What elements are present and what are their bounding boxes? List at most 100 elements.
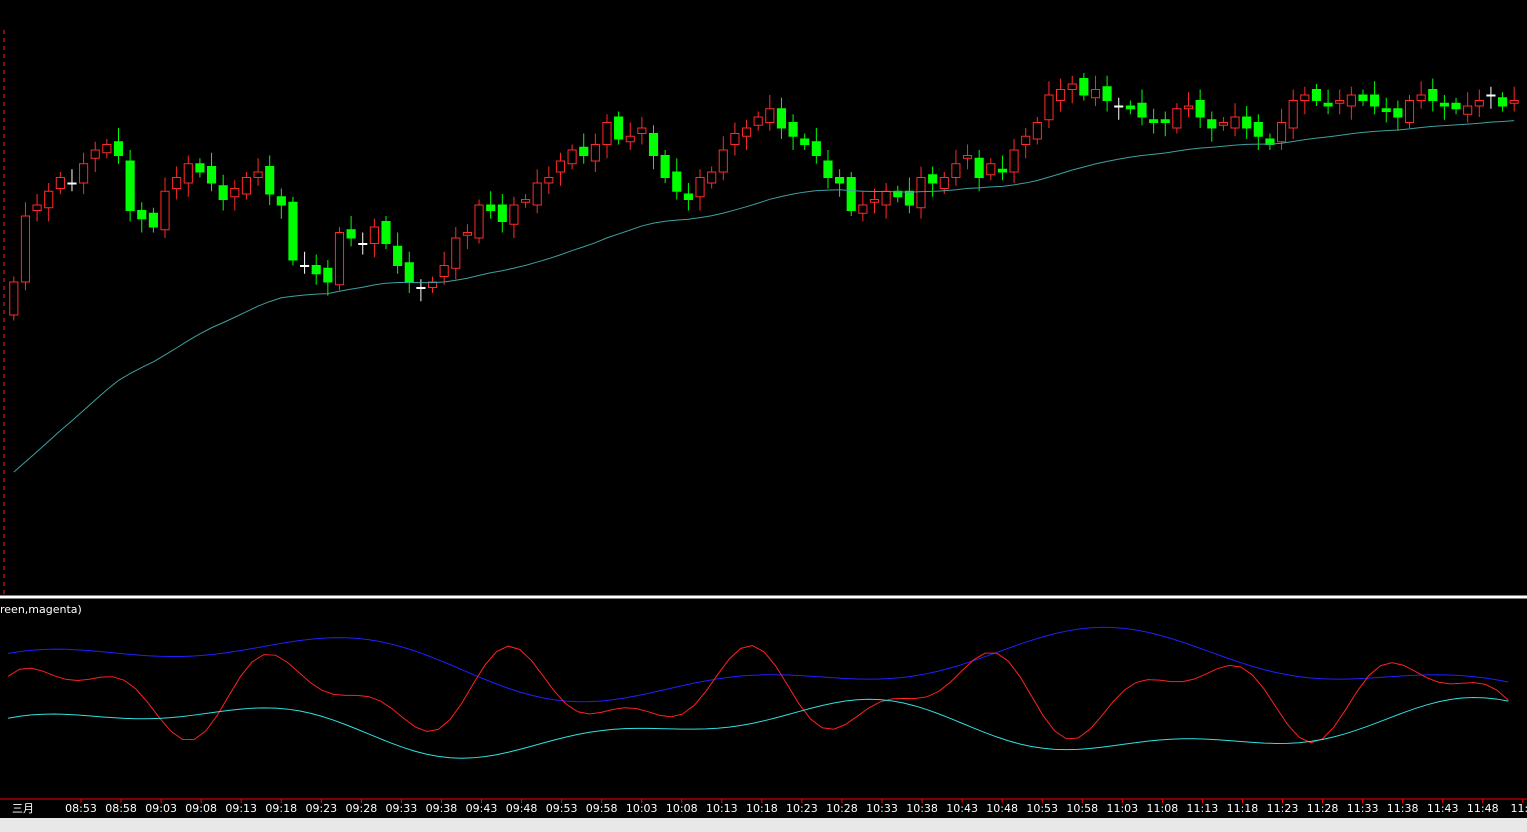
candle-body (997, 168, 1008, 173)
x-tick-label: 10:23 (786, 802, 818, 815)
candle-body (1393, 108, 1403, 118)
x-tick-label: 09:33 (385, 802, 418, 815)
candle-body (555, 160, 566, 173)
candle-body (451, 237, 461, 269)
candle-body (1463, 105, 1473, 115)
candle-body (1300, 94, 1310, 101)
candle-body (625, 135, 635, 143)
candle-body (369, 226, 379, 244)
candle-body (183, 163, 193, 184)
x-tick-label: 09:18 (265, 802, 298, 815)
x-tick-label: 11:03 (1106, 802, 1139, 815)
candle-body (730, 133, 740, 145)
x-tick-label: 10:58 (1066, 802, 1099, 815)
x-tick-label: 11:23 (1266, 802, 1299, 815)
candle-body (404, 262, 414, 283)
candle-body (660, 155, 670, 178)
x-tick-label: 09:43 (465, 802, 498, 815)
candle-body (358, 243, 368, 245)
x-tick-label: 09:58 (585, 802, 618, 815)
candle-body (741, 127, 752, 137)
candle-body (1288, 100, 1298, 129)
candle-body (962, 155, 973, 159)
candle-body (462, 232, 472, 236)
candle-body (823, 160, 833, 178)
candle-body (1172, 108, 1182, 129)
candle-body (881, 190, 891, 206)
candle-body (1090, 89, 1101, 99)
candle-body (509, 204, 519, 225)
candle-body (904, 190, 914, 206)
candle-body (288, 201, 298, 261)
x-tick-label: 10:48 (986, 802, 1018, 815)
x-tick-label: 10:18 (745, 802, 778, 815)
candle-body (1311, 89, 1322, 101)
x-tick-label: 10:43 (946, 802, 978, 815)
candle-body (79, 163, 89, 184)
candle-body (707, 171, 717, 184)
candle-body (695, 177, 705, 198)
x-tick-label: 11:48 (1466, 802, 1499, 815)
candle-body (90, 149, 100, 159)
x-tick-label: 09:23 (305, 802, 338, 815)
x-tick-label: 11:08 (1146, 802, 1179, 815)
candle-body (1067, 83, 1077, 90)
x-tick-label: 09:53 (545, 802, 578, 815)
candle-body (928, 174, 938, 184)
candle-body (1032, 122, 1042, 140)
candle-body (474, 204, 484, 239)
candle-body (1056, 89, 1066, 101)
candle-body (846, 177, 856, 211)
candle-body (718, 149, 728, 173)
candle-body (276, 196, 286, 206)
candle-body (300, 265, 310, 267)
x-tick-label: 11:43 (1426, 802, 1459, 815)
candle-body (1358, 94, 1368, 101)
candle-body (55, 177, 65, 189)
x-tick-label: 10:13 (705, 802, 738, 815)
candle-body (439, 265, 449, 277)
month-label: 三月 (12, 802, 34, 815)
candle-body (1125, 105, 1135, 110)
x-tick-label: 11:18 (1226, 802, 1259, 815)
candle-body (1439, 102, 1449, 107)
candle-body (241, 177, 252, 195)
candle-body (835, 177, 845, 184)
indicator-label: reen,magenta) (0, 603, 82, 616)
x-tick-label: 10:53 (1026, 802, 1059, 815)
candle-body (44, 190, 54, 209)
candle-body (67, 182, 77, 185)
candle-body (113, 141, 124, 156)
x-tick-label: 11:28 (1306, 802, 1339, 815)
candle-body (974, 157, 984, 178)
candle-body (1102, 86, 1112, 101)
candle-body (1009, 149, 1019, 173)
x-tick-label: 11:5 (1510, 802, 1527, 815)
candle-body (1486, 94, 1496, 97)
x-tick-label: 11:13 (1186, 802, 1219, 815)
candle-body (1230, 116, 1240, 129)
x-tick-label: 09:48 (505, 802, 538, 815)
candle-body (776, 108, 787, 129)
candle-body (1183, 105, 1194, 110)
candle-body (544, 177, 554, 184)
candle-body (648, 133, 659, 156)
x-tick-label: 10:38 (906, 802, 938, 815)
x-tick-label: 09:03 (145, 802, 177, 815)
candle-body (1242, 116, 1252, 129)
candle-body (1160, 119, 1170, 123)
chart-background (0, 0, 1527, 832)
candle-body (102, 144, 112, 154)
candle-body (939, 177, 949, 189)
x-tick-label: 10:33 (866, 802, 898, 815)
candle-body (1323, 102, 1333, 107)
candle-body (1428, 89, 1438, 101)
x-tick-label: 10:08 (665, 802, 698, 815)
candle-body (125, 160, 135, 211)
candle-body (811, 141, 821, 156)
candle-body (614, 116, 624, 140)
x-tick-label: 11:38 (1386, 802, 1419, 815)
candle-body (1253, 122, 1263, 137)
trading-chart[interactable] (0, 0, 1527, 832)
candle-body (1137, 102, 1147, 118)
